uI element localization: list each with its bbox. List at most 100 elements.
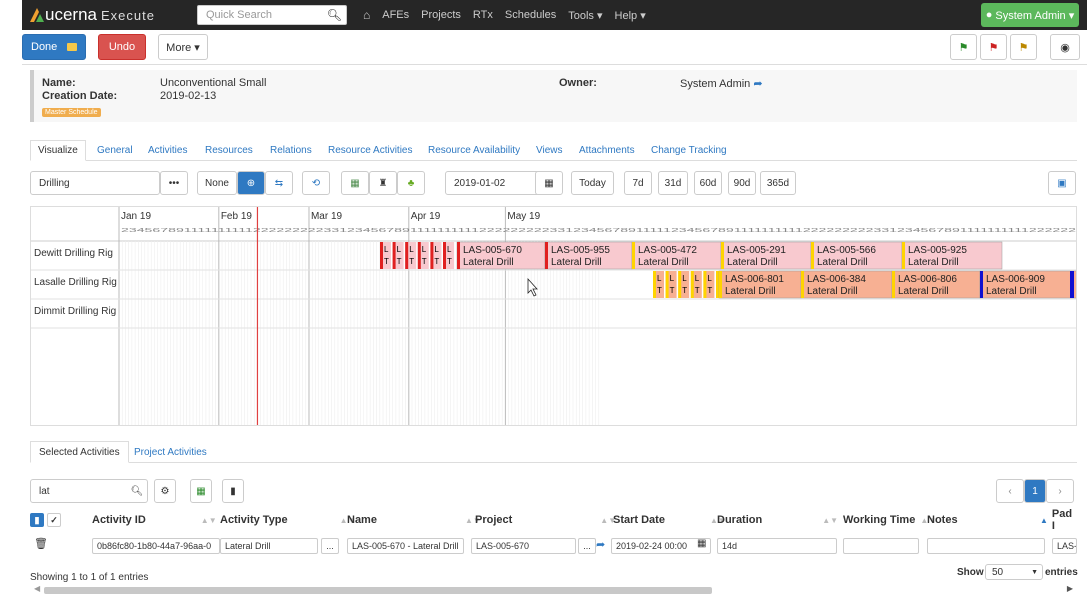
schedule-info-panel: Name: Unconventional Small Creation Date… [30,70,1077,122]
swap-rows-icon[interactable]: ⇆ [265,171,293,195]
run-schedule-icon[interactable]: ⚑ [950,34,977,60]
gantt-chart[interactable]: Jan 19 Feb 19 Mar 19 Apr 19 May 19 2345678911… [30,206,1077,426]
tab-resources[interactable]: Resources [198,140,260,161]
stop-schedule-icon[interactable]: ⚑ [980,34,1007,60]
search-icon[interactable]: 🔍︎ [126,479,148,503]
activity-bar-edge [545,242,548,269]
quick-search-input[interactable]: Quick Search 🔍︎ [197,5,347,25]
tab-change-tracking[interactable]: Change Tracking [644,140,734,161]
col-start-date[interactable]: Start Date ▲▼ [613,511,726,529]
range-7d-button[interactable]: 7d [624,171,652,195]
pad-field[interactable]: LAS- [1052,538,1077,554]
schedule-warning-icon[interactable]: ⚑ [1010,34,1037,60]
start-date-input[interactable]: 2019-01-02 [445,171,540,195]
col-working-time-label: Working Time [843,514,916,526]
calendar-icon[interactable]: ▦ [535,171,563,195]
align-center-icon[interactable]: ⊕ [237,171,265,195]
calendar-icon[interactable]: ▦ [697,538,706,549]
horizontal-scrollbar[interactable]: ◀ ▶ [30,584,1077,596]
activity-bar-label: LAS-006-801 [725,274,784,285]
visibility-eye-icon[interactable]: ◉ [1050,34,1080,60]
col-duration[interactable]: Duration ▲▼ [717,511,838,529]
next-page-button[interactable]: › [1046,479,1074,503]
start-date-field[interactable]: 2019-02-24 00:00 [611,538,711,554]
page-1-button[interactable]: 1 [1024,479,1046,503]
activity-mini-label: L [397,245,402,254]
tab-views[interactable]: Views [529,140,570,161]
scroll-right-icon[interactable]: ▶ [1067,584,1073,593]
nav-link-projects[interactable]: Projects [421,9,461,21]
search-icon[interactable]: 🔍︎ [327,8,342,22]
grid-view-icon[interactable]: ▦ [341,171,369,195]
undo-button[interactable]: Undo [98,34,146,60]
app-logo[interactable]: ucerna Execute [30,5,155,25]
page-size-select[interactable]: 50 ▼ [985,564,1043,580]
prev-page-button[interactable]: ‹ [996,479,1024,503]
done-button[interactable]: Done [22,34,86,60]
activity-mini-label: T [409,257,414,266]
activity-bar-label: LAS-005-955 [551,245,610,256]
toggle-check-icon[interactable]: ✓ [47,513,61,527]
go-to-project-icon[interactable]: ➦ [596,538,605,551]
notes-field[interactable] [927,538,1045,554]
range-60d-button[interactable]: 60d [694,171,722,195]
select-all-icon[interactable]: ▮ [30,513,44,527]
activity-type-picker[interactable]: ... [321,538,339,554]
name-field[interactable]: LAS-005-670 - Lateral Drill [347,538,464,554]
activity-mini-label: T [384,257,389,266]
rig-name-label: Lasalle Drilling Rig [34,277,117,288]
duration-field[interactable]: 14d [717,538,837,554]
document-icon[interactable]: ▮ [222,479,244,503]
link-activities-icon[interactable]: ⟲ [302,171,330,195]
pump-icon[interactable]: ♣ [397,171,425,195]
col-activity-id[interactable]: Activity ID ▲▼ [92,511,217,529]
tab-visualize[interactable]: Visualize [30,140,86,161]
tab-selected-activities[interactable]: Selected Activities [30,441,129,463]
tab-activities[interactable]: Activities [141,140,194,161]
today-button[interactable]: Today [571,171,614,195]
settings-gear-icon[interactable]: ⚙ [154,479,176,503]
col-activity-type[interactable]: Activity Type ▲▼ [220,511,356,529]
range-90d-button[interactable]: 90d [728,171,756,195]
col-working-time[interactable]: Working Time ▲▼ [843,511,936,529]
col-duration-label: Duration [717,514,763,526]
activity-bar-type: Lateral Drill [725,286,776,297]
rig-icon[interactable]: ♜ [369,171,397,195]
excel-export-icon[interactable]: ▦ [190,479,212,503]
col-pad[interactable]: ▲ Pad I [1040,508,1077,532]
user-menu-button[interactable]: ● System Admin ▾ [981,3,1079,27]
activity-id-field[interactable]: 0b86fc80-1b80-44a7-96aa-0 [92,538,220,554]
filter-options-button[interactable]: ••• [160,171,188,195]
nav-link-schedules[interactable]: Schedules [505,9,556,21]
tab-resource-availability[interactable]: Resource Availability [421,140,527,161]
scroll-thumb[interactable] [44,587,712,594]
project-field[interactable]: LAS-005-670 [471,538,576,554]
tab-attachments[interactable]: Attachments [572,140,642,161]
nav-link-afes[interactable]: AFEs [382,9,409,21]
scroll-left-icon[interactable]: ◀ [34,584,40,593]
export-image-icon[interactable]: ▣ [1048,171,1076,195]
col-name[interactable]: Name ▲▼ [347,511,481,529]
resource-filter-input[interactable]: Drilling [30,171,160,195]
group-none-button[interactable]: None [197,171,237,195]
delete-icon[interactable]: 🗑︎ [34,537,48,550]
nav-link-rtx[interactable]: RTx [473,9,493,21]
activity-type-field[interactable]: Lateral Drill [220,538,318,554]
home-icon[interactable]: ⌂ [363,8,370,22]
working-time-field[interactable] [843,538,919,554]
project-picker[interactable]: ... [578,538,596,554]
tab-resource-activities[interactable]: Resource Activities [321,140,419,161]
tab-relations[interactable]: Relations [263,140,319,161]
tab-general[interactable]: General [90,140,140,161]
nav-link-help[interactable]: Help ▾ [615,9,646,22]
tab-project-activities[interactable]: Project Activities [126,441,215,463]
share-arrow-icon[interactable]: ➦ [753,78,762,90]
range-31d-button[interactable]: 31d [658,171,688,195]
nav-link-tools[interactable]: Tools ▾ [568,9,602,22]
activity-mini-edge [443,242,446,269]
range-365d-button[interactable]: 365d [760,171,796,195]
activity-bar-type: Lateral Drill [807,286,858,297]
more-button[interactable]: More ▾ [158,34,208,60]
col-project[interactable]: Project ▲▼ [475,511,616,529]
col-notes[interactable]: Notes [927,511,958,529]
